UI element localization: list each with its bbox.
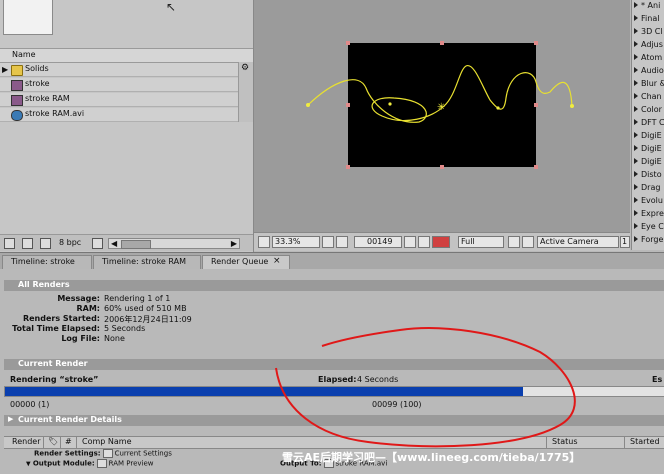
watermark-text: 雪云AE后期学习吧—【www.lineeg.com/tieba/1775】	[282, 451, 581, 464]
red-annotation-circle	[275, 327, 576, 448]
